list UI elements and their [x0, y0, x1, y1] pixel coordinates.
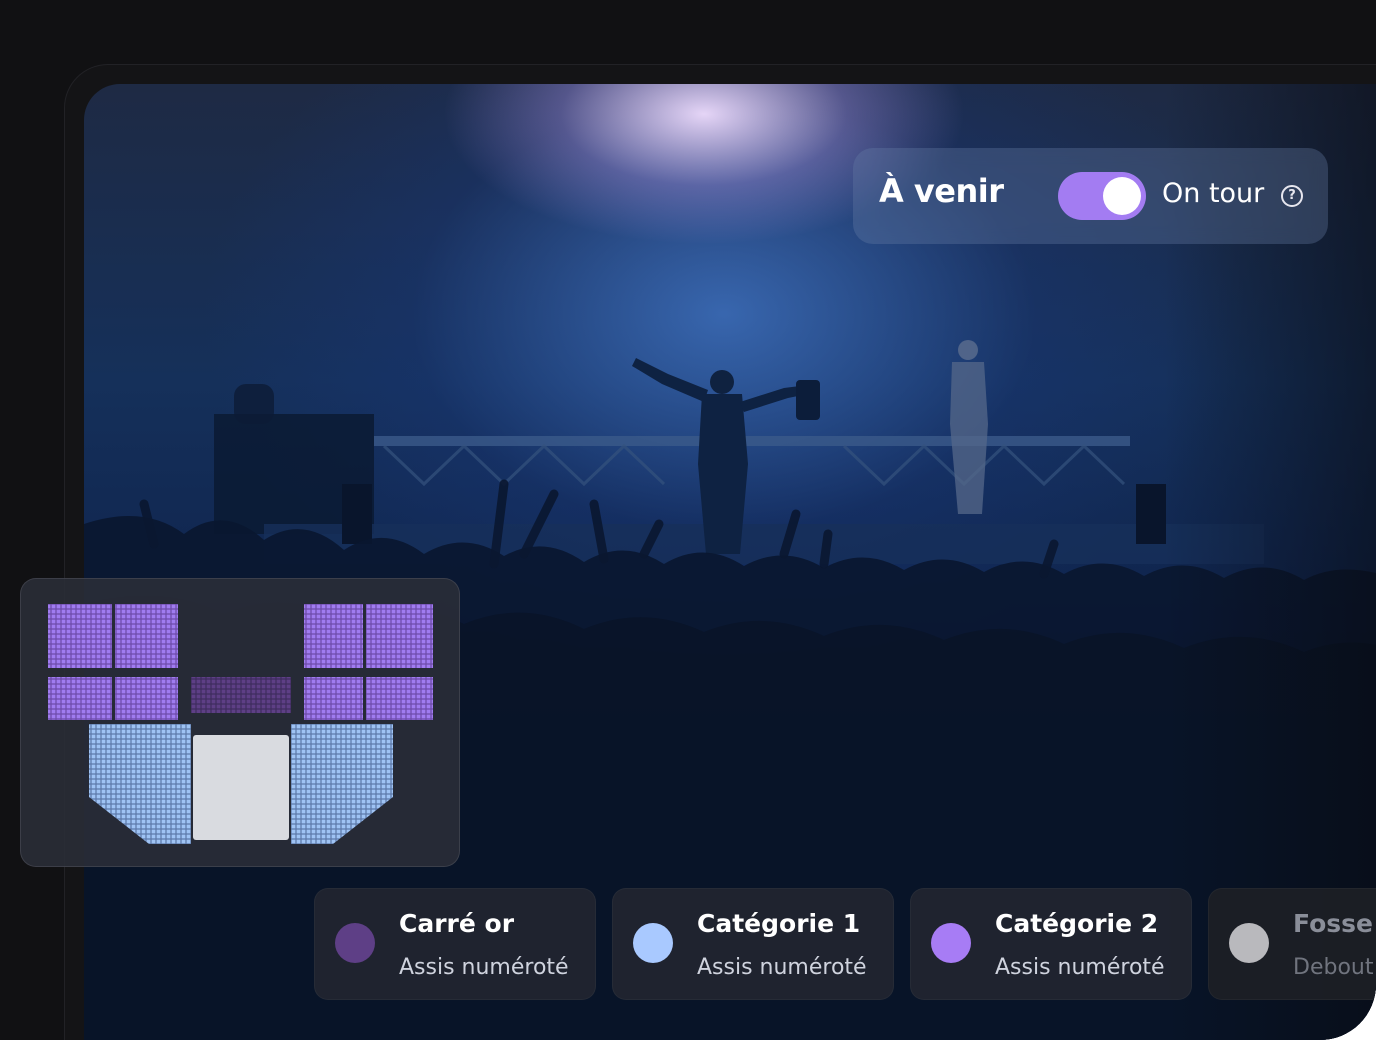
- toggle-knob: [1103, 177, 1141, 215]
- section-categorie-1-left[interactable]: [89, 724, 191, 844]
- legend-subtitle: Debout: [1293, 955, 1374, 980]
- legend-color-dot: [335, 923, 375, 963]
- seat-map: [48, 604, 433, 844]
- seat-map-panel: [20, 578, 460, 867]
- section-categorie-2-left[interactable]: [48, 604, 178, 720]
- legend-card-fosse[interactable]: Fosse Debout: [1208, 888, 1376, 1000]
- legend-color-dot: [1229, 923, 1269, 963]
- legend-card-categorie-2[interactable]: Catégorie 2 Assis numéroté: [910, 888, 1192, 1000]
- legend-subtitle: Assis numéroté: [995, 955, 1165, 980]
- on-tour-toggle-switch[interactable]: [1058, 172, 1146, 220]
- legend-title: Catégorie 1: [697, 909, 861, 938]
- section-categorie-2-right[interactable]: [304, 604, 433, 720]
- legend-card-categorie-1[interactable]: Catégorie 1 Assis numéroté: [612, 888, 894, 1000]
- legend-card-carre-or[interactable]: Carré or Assis numéroté: [314, 888, 596, 1000]
- device-frame: À venir On tour ? Carré or Assis numérot…: [0, 0, 1376, 1040]
- legend-color-dot: [931, 923, 971, 963]
- legend-title: Carré or: [399, 909, 515, 938]
- section-categorie-1-right[interactable]: [291, 724, 393, 844]
- legend-subtitle: Assis numéroté: [399, 955, 569, 980]
- legend-title: Fosse: [1293, 909, 1373, 938]
- help-icon[interactable]: ?: [1281, 185, 1303, 207]
- tour-toggle-panel: À venir On tour ?: [853, 148, 1328, 244]
- upcoming-label[interactable]: À venir: [879, 172, 1004, 210]
- section-carre-or[interactable]: [191, 677, 291, 713]
- legend-color-dot: [633, 923, 673, 963]
- stage-area[interactable]: [193, 735, 289, 840]
- legend-subtitle: Assis numéroté: [697, 955, 867, 980]
- legend-title: Catégorie 2: [995, 909, 1159, 938]
- on-tour-label[interactable]: On tour: [1162, 178, 1264, 209]
